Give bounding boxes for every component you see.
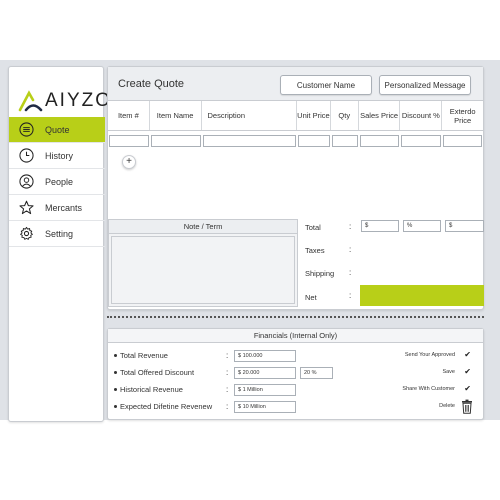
- financials-title: Financials (Internal Only): [108, 329, 483, 343]
- financial-colon: :: [226, 402, 229, 411]
- bullet-icon: [114, 354, 117, 357]
- expected-lifetime-revenue-input[interactable]: $ 10 Million: [234, 401, 296, 413]
- save-checkbox[interactable]: ✔: [464, 367, 471, 376]
- star-icon: [19, 200, 34, 215]
- logo-mark-icon: [18, 90, 43, 112]
- sidebar: AIYZO Quote History People Mercants Sett…: [8, 66, 110, 422]
- personalized-message-button[interactable]: Personalized Message: [379, 75, 471, 95]
- description-input[interactable]: [202, 135, 296, 147]
- column-header-unit-price: Unit Price: [297, 101, 331, 130]
- column-header-qty: Qty: [331, 101, 359, 130]
- total-colon: :: [349, 222, 352, 231]
- financial-label: Total Revenue: [120, 351, 168, 360]
- column-header-discount: Discount %: [400, 101, 443, 130]
- total-label: Total: [305, 223, 321, 232]
- send-approved-checkbox[interactable]: ✔: [464, 350, 471, 359]
- financial-label: Historical Revenue: [120, 385, 183, 394]
- sidebar-item-mercants[interactable]: Mercants: [9, 195, 105, 221]
- financial-colon: :: [226, 385, 229, 394]
- total-offered-discount-input[interactable]: $ 20.000: [234, 367, 296, 379]
- share-with-customer-checkbox[interactable]: ✔: [464, 384, 471, 393]
- sidebar-item-quote[interactable]: Quote: [9, 117, 105, 143]
- extended-price-input[interactable]: [443, 135, 482, 147]
- save-label: Save: [442, 369, 455, 375]
- sales-price-input[interactable]: [359, 135, 400, 147]
- clock-icon: [19, 148, 34, 163]
- sidebar-item-label: Mercants: [45, 202, 83, 213]
- financial-row-expected-lifetime-revenue: Expected Difetine Revenew : $ 10 Million…: [108, 399, 483, 414]
- section-divider: [107, 316, 484, 318]
- customer-name-button[interactable]: Customer Name: [280, 75, 372, 95]
- user-circle-icon: [19, 174, 34, 189]
- column-header-sales-price: Sales Price: [359, 101, 401, 130]
- financial-label: Expected Difetine Revenew: [120, 402, 213, 411]
- item-number-input[interactable]: [109, 135, 149, 147]
- sidebar-item-history[interactable]: History: [9, 143, 105, 169]
- taxes-label: Taxes: [305, 246, 325, 255]
- total-revenue-input[interactable]: $ 100.000: [234, 350, 296, 362]
- total-discount-input[interactable]: %: [403, 220, 441, 232]
- financial-row-total-offered-discount: Total Offered Discount : $ 20.000 20 % S…: [108, 366, 483, 380]
- shipping-colon: :: [349, 268, 352, 277]
- item-name-input[interactable]: [150, 135, 201, 147]
- unit-price-input[interactable]: [297, 135, 330, 147]
- discount-percent-input[interactable]: 20 %: [300, 367, 333, 379]
- create-quote-panel: Create Quote Customer Name Personalized …: [107, 66, 484, 310]
- table-row: [108, 135, 483, 149]
- gear-icon: [20, 226, 33, 240]
- add-row-button[interactable]: +: [122, 155, 136, 169]
- financials-panel: Financials (Internal Only) Total Revenue…: [107, 328, 484, 420]
- sidebar-item-label: History: [45, 150, 74, 161]
- sidebar-item-label: People: [45, 176, 74, 187]
- financial-colon: :: [226, 368, 229, 377]
- table-header: Item # Item Name Description Unit Price …: [108, 101, 483, 131]
- sidebar-item-label: Setting: [45, 228, 74, 239]
- sidebar-item-people[interactable]: People: [9, 169, 105, 195]
- historical-revenue-input[interactable]: $ 1 Million: [234, 384, 296, 396]
- sidebar-nav: Quote History People Mercants Setting: [9, 117, 105, 247]
- qty-input[interactable]: [331, 135, 358, 147]
- note-term-box: Note / Term: [108, 219, 298, 307]
- column-header-item-number: Item #: [108, 101, 150, 130]
- panel-header: Create Quote Customer Name Personalized …: [108, 67, 483, 101]
- discount-input[interactable]: [401, 135, 442, 147]
- financial-row-total-revenue: Total Revenue : $ 100.000 Send Your Appr…: [108, 349, 483, 363]
- bullet-icon: [114, 405, 117, 408]
- sidebar-item-setting[interactable]: Setting: [9, 221, 105, 247]
- share-with-customer-label: Share With Customer: [402, 386, 455, 392]
- shipping-label: Shipping: [305, 269, 335, 278]
- page-title: Create Quote: [118, 78, 185, 90]
- total-amount-input[interactable]: $: [361, 220, 399, 232]
- net-amount-field: [360, 285, 484, 306]
- financial-row-historical-revenue: Historical Revenue : $ 1 Million Share W…: [108, 383, 483, 397]
- taxes-colon: :: [349, 245, 352, 254]
- total-extended-input[interactable]: $: [445, 220, 484, 232]
- delete-label: Delete: [439, 403, 455, 409]
- trash-icon[interactable]: [461, 399, 473, 414]
- net-label: Net: [305, 293, 317, 302]
- financial-colon: :: [226, 351, 229, 360]
- logo: AIYZO: [17, 89, 112, 113]
- brand-name: AIYZO: [45, 90, 113, 111]
- bullet-icon: [114, 371, 117, 374]
- note-term-title: Note / Term: [109, 220, 297, 234]
- net-colon: :: [349, 291, 352, 300]
- column-header-extended-price: Exterdo Price: [449, 106, 476, 125]
- financial-label: Total Offered Discount: [120, 368, 195, 377]
- bullet-icon: [114, 388, 117, 391]
- column-header-description: Description: [202, 101, 298, 130]
- note-term-textarea[interactable]: [111, 236, 295, 304]
- send-approved-label: Send Your Approved: [404, 352, 455, 358]
- sidebar-item-label: Quote: [45, 124, 70, 135]
- column-header-item-name: Item Name: [150, 101, 202, 130]
- list-circle-icon: [19, 122, 34, 137]
